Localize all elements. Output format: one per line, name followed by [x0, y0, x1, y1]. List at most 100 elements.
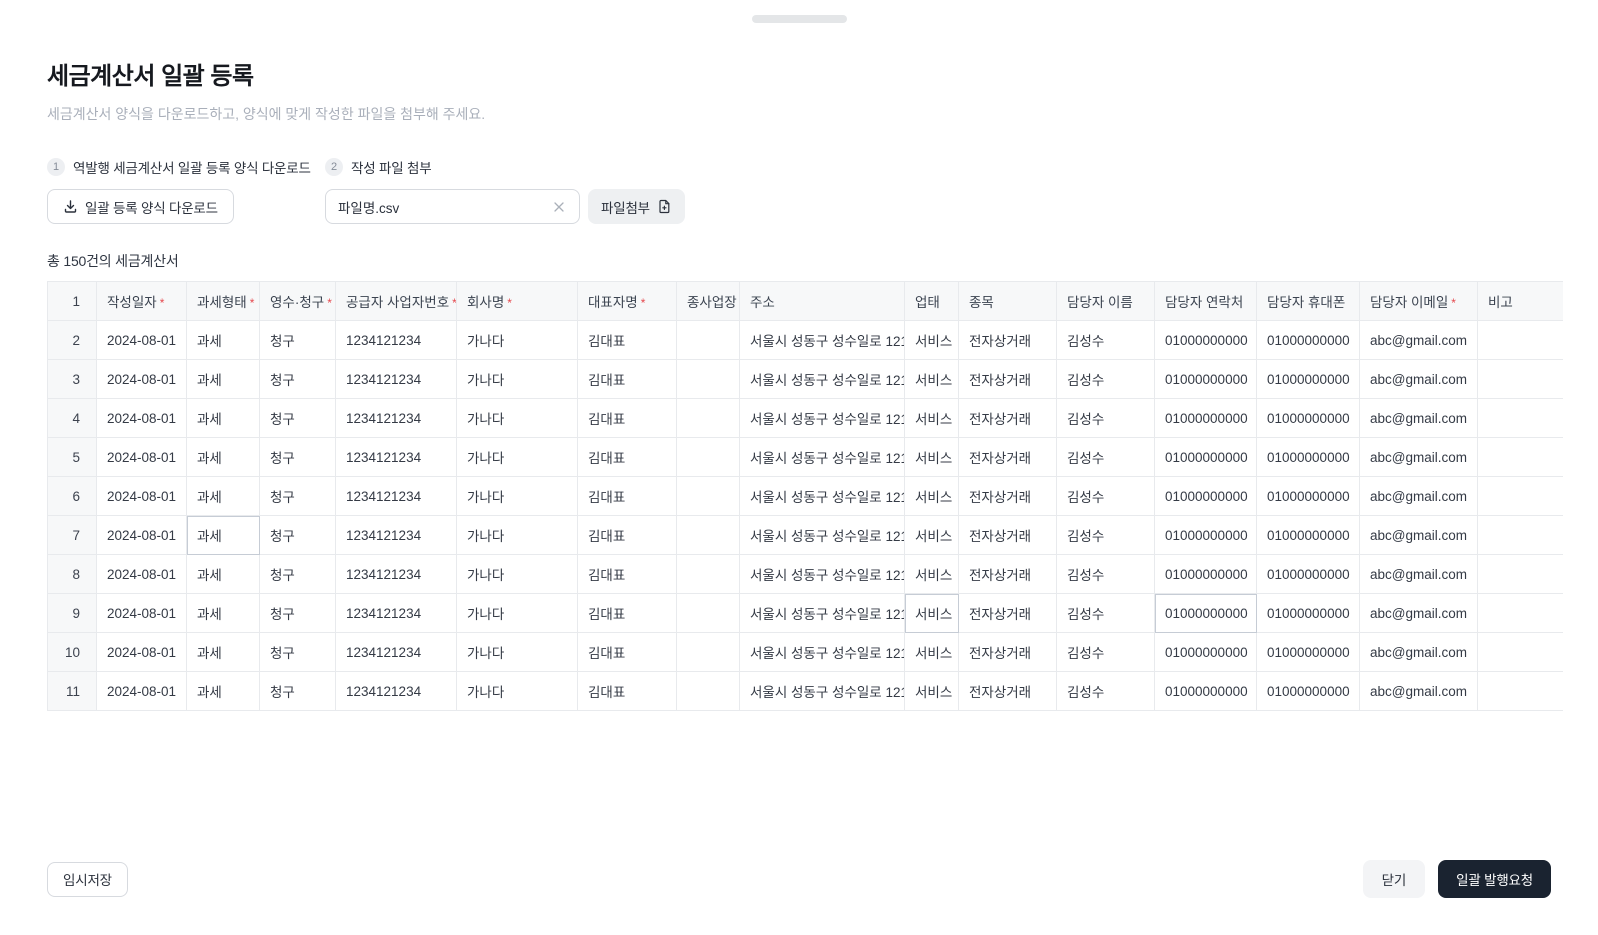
table-cell[interactable]: 1234121234 [336, 360, 457, 399]
table-cell[interactable]: 전자상거래 [959, 672, 1057, 711]
table-cell[interactable]: 서비스 [905, 516, 959, 555]
table-cell[interactable]: 전자상거래 [959, 555, 1057, 594]
table-cell[interactable]: 01000000000 [1257, 360, 1360, 399]
table-cell[interactable]: 청구 [260, 321, 336, 360]
table-cell[interactable] [1478, 594, 1564, 633]
table-cell[interactable]: 01000000000 [1257, 555, 1360, 594]
table-cell[interactable]: 과세 [187, 672, 260, 711]
table-cell[interactable]: 전자상거래 [959, 438, 1057, 477]
table-cell[interactable]: 김성수 [1057, 633, 1155, 672]
table-cell[interactable]: 김성수 [1057, 399, 1155, 438]
table-cell[interactable]: 전자상거래 [959, 399, 1057, 438]
table-cell[interactable]: 과세 [187, 321, 260, 360]
table-cell[interactable]: 서비스 [905, 321, 959, 360]
table-cell[interactable]: 서울시 성동구 성수일로 1212 [740, 438, 905, 477]
table-cell[interactable] [1478, 438, 1564, 477]
table-cell[interactable]: 가나다 [457, 672, 578, 711]
table-cell[interactable]: 2024-08-01 [97, 672, 187, 711]
table-cell[interactable]: 1234121234 [336, 516, 457, 555]
table-cell[interactable]: 과세 [187, 594, 260, 633]
table-cell[interactable]: 김대표 [578, 555, 677, 594]
table-cell[interactable] [677, 477, 740, 516]
table-cell[interactable]: 김대표 [578, 477, 677, 516]
table-cell[interactable] [677, 672, 740, 711]
table-cell[interactable]: abc@gmail.com [1360, 555, 1478, 594]
table-cell[interactable]: abc@gmail.com [1360, 399, 1478, 438]
table-cell[interactable]: 서울시 성동구 성수일로 1212 [740, 477, 905, 516]
table-cell[interactable]: 김성수 [1057, 555, 1155, 594]
table-cell[interactable] [677, 594, 740, 633]
attach-file-button[interactable]: 파일첨부 [588, 189, 685, 224]
table-cell[interactable]: 청구 [260, 399, 336, 438]
table-cell[interactable]: 1234121234 [336, 477, 457, 516]
table-cell[interactable]: 김대표 [578, 399, 677, 438]
table-cell[interactable]: abc@gmail.com [1360, 516, 1478, 555]
table-cell[interactable]: 서울시 성동구 성수일로 1212 [740, 672, 905, 711]
table-cell[interactable]: abc@gmail.com [1360, 672, 1478, 711]
table-cell[interactable]: 가나다 [457, 555, 578, 594]
table-cell[interactable]: 1234121234 [336, 399, 457, 438]
table-cell[interactable]: 01000000000 [1257, 477, 1360, 516]
table-cell[interactable]: 가나다 [457, 438, 578, 477]
table-cell[interactable]: 전자상거래 [959, 633, 1057, 672]
table-cell[interactable]: 청구 [260, 633, 336, 672]
table-cell[interactable]: 김대표 [578, 438, 677, 477]
bulk-issue-request-button[interactable]: 일괄 발행요청 [1438, 860, 1551, 898]
table-cell[interactable]: 전자상거래 [959, 594, 1057, 633]
table-cell[interactable]: 01000000000 [1155, 438, 1257, 477]
table-cell[interactable]: 과세 [187, 555, 260, 594]
table-cell[interactable]: 2024-08-01 [97, 555, 187, 594]
table-cell[interactable]: 01000000000 [1257, 672, 1360, 711]
table-cell[interactable] [1478, 633, 1564, 672]
table-cell[interactable] [1478, 477, 1564, 516]
download-template-button[interactable]: 일괄 등록 양식 다운로드 [47, 189, 234, 224]
table-cell[interactable] [1478, 399, 1564, 438]
table-cell[interactable]: 가나다 [457, 399, 578, 438]
table-cell[interactable]: 김성수 [1057, 321, 1155, 360]
table-cell[interactable]: 서비스 [905, 438, 959, 477]
table-cell[interactable]: 2024-08-01 [97, 321, 187, 360]
table-cell[interactable]: 서비스 [905, 477, 959, 516]
table-cell[interactable]: 1234121234 [336, 321, 457, 360]
table-cell[interactable]: 01000000000 [1155, 555, 1257, 594]
table-cell[interactable]: abc@gmail.com [1360, 594, 1478, 633]
table-cell[interactable]: 서비스 [905, 360, 959, 399]
table-cell[interactable] [677, 633, 740, 672]
table-cell[interactable]: 김성수 [1057, 360, 1155, 399]
table-cell[interactable]: 01000000000 [1257, 516, 1360, 555]
table-cell[interactable]: 01000000000 [1257, 633, 1360, 672]
table-cell[interactable]: 01000000000 [1257, 399, 1360, 438]
close-button[interactable]: 닫기 [1363, 860, 1425, 898]
table-cell[interactable]: 서울시 성동구 성수일로 1212 [740, 399, 905, 438]
table-cell[interactable]: 가나다 [457, 633, 578, 672]
table-cell[interactable]: 01000000000 [1155, 399, 1257, 438]
table-cell[interactable]: 01000000000 [1257, 321, 1360, 360]
table-cell[interactable]: 김성수 [1057, 516, 1155, 555]
table-cell[interactable]: 전자상거래 [959, 477, 1057, 516]
table-cell[interactable]: 서비스 [905, 555, 959, 594]
table-cell[interactable]: 2024-08-01 [97, 516, 187, 555]
table-cell[interactable]: 김대표 [578, 594, 677, 633]
table-cell[interactable]: 가나다 [457, 594, 578, 633]
table-cell[interactable]: 서울시 성동구 성수일로 1212 [740, 516, 905, 555]
table-cell[interactable]: abc@gmail.com [1360, 360, 1478, 399]
table-cell[interactable]: 청구 [260, 477, 336, 516]
table-cell[interactable] [1478, 321, 1564, 360]
table-cell[interactable] [1478, 555, 1564, 594]
table-cell[interactable]: 청구 [260, 594, 336, 633]
table-cell[interactable]: 과세 [187, 477, 260, 516]
table-cell[interactable]: 과세 [187, 516, 260, 555]
table-cell[interactable]: 김성수 [1057, 438, 1155, 477]
table-cell[interactable]: 2024-08-01 [97, 438, 187, 477]
table-cell[interactable]: 01000000000 [1155, 321, 1257, 360]
table-cell[interactable]: 2024-08-01 [97, 360, 187, 399]
table-cell[interactable]: 1234121234 [336, 438, 457, 477]
table-cell[interactable]: 1234121234 [336, 594, 457, 633]
table-cell[interactable]: 가나다 [457, 360, 578, 399]
table-cell[interactable]: 1234121234 [336, 672, 457, 711]
table-cell[interactable]: 김대표 [578, 321, 677, 360]
table-cell[interactable]: 청구 [260, 672, 336, 711]
table-cell[interactable] [677, 438, 740, 477]
table-cell[interactable]: 김대표 [578, 516, 677, 555]
table-cell[interactable]: 청구 [260, 555, 336, 594]
